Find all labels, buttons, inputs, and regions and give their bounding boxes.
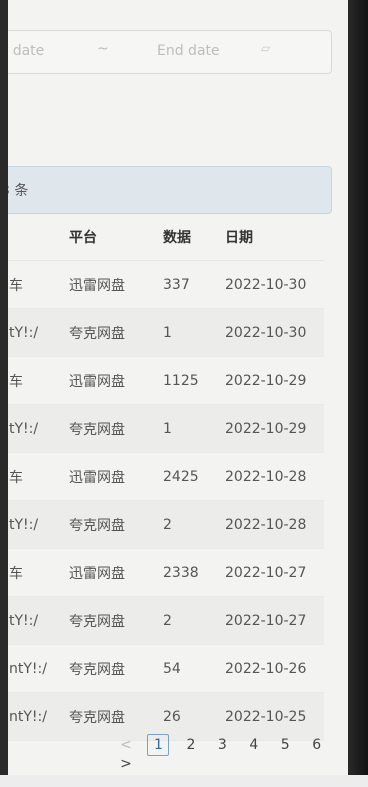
table-row: tY!:/夸克网盘 1 2022-10-30 [8,308,324,357]
cell-date: 2022-10-27 [224,548,324,597]
prev-page-button[interactable]: < [116,737,136,753]
next-page-button[interactable]: > [116,756,136,772]
date-separator: ~ [97,41,109,57]
cell-date: 2022-10-26 [224,644,324,693]
table-row: 车迅雷网盘 2425 2022-10-28 [8,452,324,501]
cell-name: tY!:/ [8,500,68,549]
table-row: tY!:/夸克网盘 1 2022-10-29 [8,404,324,453]
table-row: ntY!:/夸克网盘 54 2022-10-26 [8,644,324,693]
result-summary-bar: 3 条 [8,166,332,214]
cell-date: 2022-10-29 [224,356,324,405]
start-date-input[interactable]: rt date [8,43,44,59]
cell-date: 2022-10-29 [224,404,324,453]
cell-date: 2022-10-27 [224,596,324,645]
page-1-button[interactable]: 1 [147,734,170,756]
cell-platform: 夸克网盘 [68,596,162,645]
cell-platform: 迅雷网盘 [68,356,162,405]
table-row: 车迅雷网盘 2338 2022-10-27 [8,548,324,597]
cell-name: tY!:/ [8,596,68,645]
cell-date: 2022-10-28 [224,500,324,549]
page-2-button[interactable]: 2 [181,737,201,753]
cell-data: 2338 [162,548,224,597]
cell-data: 54 [162,644,224,693]
page: rt date ~ End date ▱ 3 条 平台 数据 日期 车迅雷网盘3… [8,0,354,775]
cell-name: tY!:/ [8,308,68,357]
cell-platform: 夸克网盘 [68,644,162,693]
bottom-margin [0,775,368,787]
cell-name: ntY!:/ [8,644,68,693]
cell-date: 2022-10-30 [224,260,324,309]
cell-name: 车 [8,548,68,597]
calendar-icon[interactable]: ▱ [261,41,275,55]
cell-data: 2 [162,596,224,645]
page-3-button[interactable]: 3 [212,737,232,753]
end-date-input[interactable]: End date [157,43,220,59]
cell-platform: 迅雷网盘 [68,548,162,597]
cell-name: 车 [8,260,68,309]
cell-platform: 夸克网盘 [68,500,162,549]
cell-date: 2022-10-28 [224,452,324,501]
result-count-text: 3 条 [8,183,29,199]
cell-platform: 迅雷网盘 [68,452,162,501]
cell-data: 1 [162,404,224,453]
table-header-row: 平台 数据 日期 [8,214,324,261]
cell-platform: 夸克网盘 [68,308,162,357]
table-body: 车迅雷网盘 337 2022-10-30 tY!:/夸克网盘 1 2022-10-30 车迅… [8,260,324,741]
page-5-button[interactable]: 5 [275,737,295,753]
cell-date: 2022-10-30 [224,308,324,357]
cell-name: 车 [8,356,68,405]
table-row: 车迅雷网盘 337 2022-10-30 [8,260,324,309]
header-platform: 平台 [68,214,162,261]
cell-name: tY!:/ [8,404,68,453]
table-row: 车迅雷网盘 1125 2022-10-29 [8,356,324,405]
header-name [8,214,68,261]
table-row: tY!:/夸克网盘 2 2022-10-28 [8,500,324,549]
date-range-picker[interactable]: rt date ~ End date ▱ [8,30,332,74]
cell-data: 1 [162,308,224,357]
table-row: tY!:/夸克网盘 2 2022-10-27 [8,596,324,645]
cell-data: 2425 [162,452,224,501]
header-date: 日期 [224,214,324,261]
page-4-button[interactable]: 4 [244,737,264,753]
device-edge [348,0,368,787]
page-6-button[interactable]: 6 [307,737,327,753]
pagination: < 1 2 3 4 5 6 > [116,734,354,772]
data-table: 平台 数据 日期 车迅雷网盘 337 2022-10-30 tY!:/夸克网盘 1 202… [8,214,324,741]
cell-data: 2 [162,500,224,549]
cell-platform: 夸克网盘 [68,404,162,453]
cell-data: 337 [162,260,224,309]
cell-platform: 迅雷网盘 [68,260,162,309]
cell-data: 1125 [162,356,224,405]
cell-name: ntY!:/ [8,692,68,741]
header-data: 数据 [162,214,224,261]
cell-name: 车 [8,452,68,501]
